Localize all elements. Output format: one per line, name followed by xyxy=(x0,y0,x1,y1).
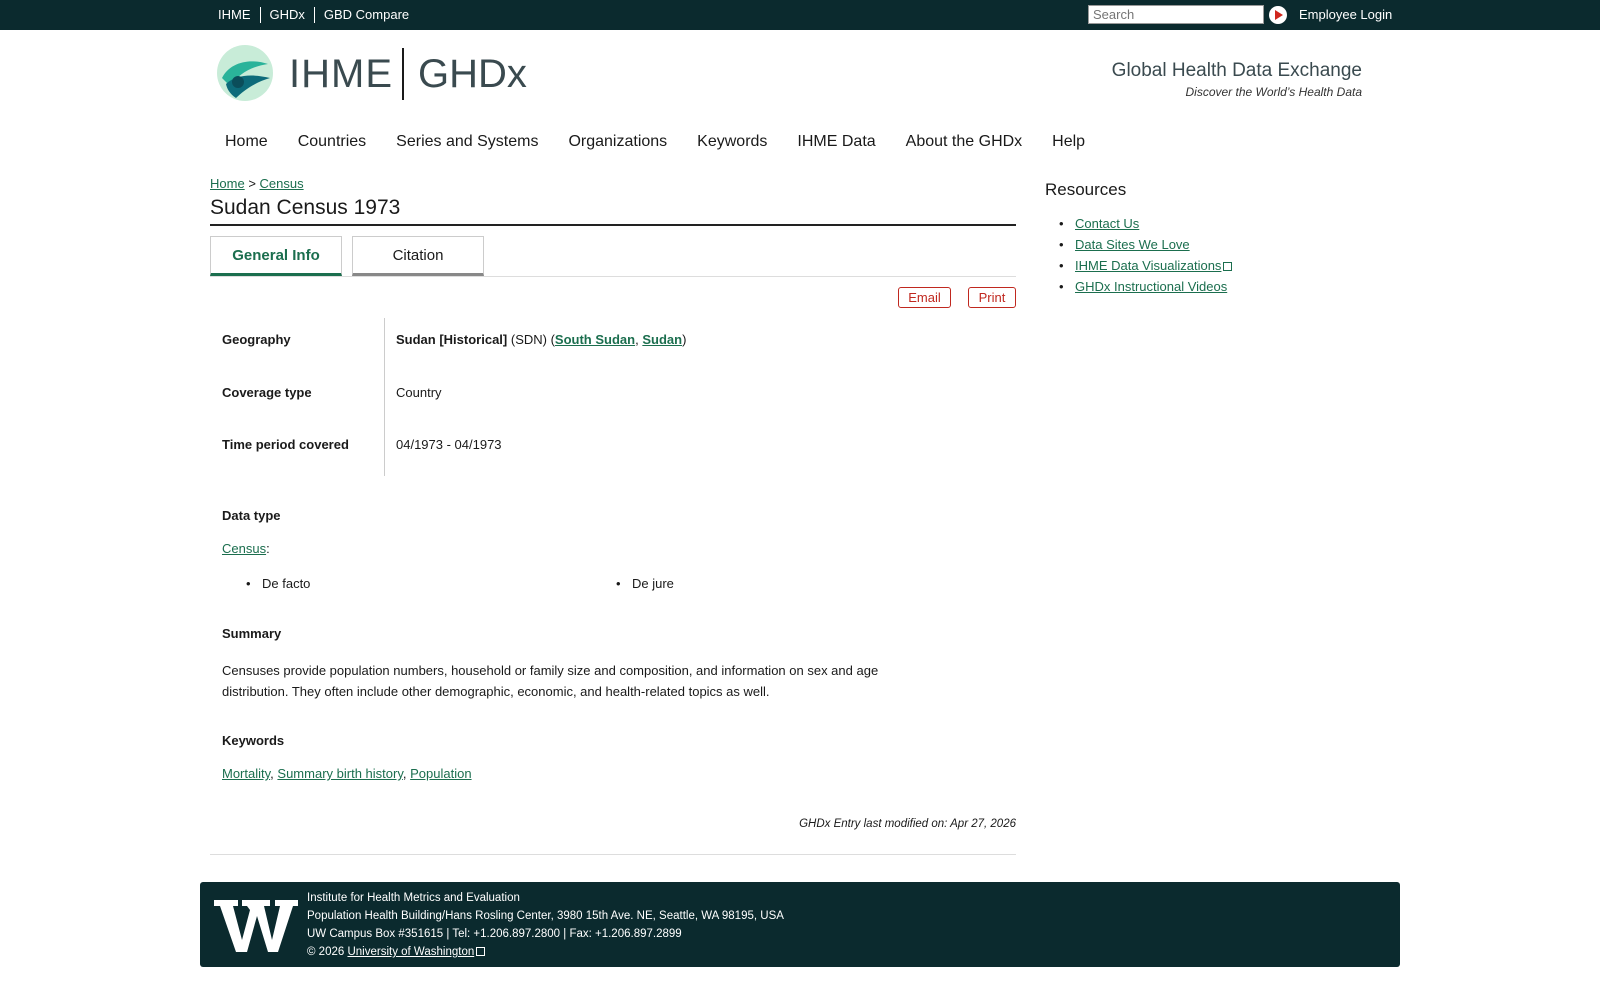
logo-ihme-text[interactable]: IHME xyxy=(289,52,393,97)
email-button[interactable]: Email xyxy=(898,287,951,308)
nav-help[interactable]: Help xyxy=(1052,133,1085,151)
footer-address: Institute for Health Metrics and Evaluat… xyxy=(307,889,784,961)
footer-contact: UW Campus Box #351615 | Tel: +1.206.897.… xyxy=(307,928,682,940)
breadcrumb: Home > Census xyxy=(210,176,304,191)
main-nav: Home Countries Series and Systems Organi… xyxy=(225,133,1115,151)
tabs-divider xyxy=(210,276,1016,277)
geography-code: (SDN) ( xyxy=(510,332,555,347)
time-period-label: Time period covered xyxy=(222,437,349,452)
data-type-line: Census: xyxy=(222,541,270,556)
employee-login-link[interactable]: Employee Login xyxy=(1299,7,1392,22)
geography-value: Sudan [Historical] (SDN) (South Sudan, S… xyxy=(396,332,686,347)
keyword-population[interactable]: Population xyxy=(410,766,471,781)
footer-institute: Institute for Health Metrics and Evaluat… xyxy=(307,892,520,904)
site-tagline: Global Health Data Exchange xyxy=(1111,60,1362,81)
resource-contact-us[interactable]: Contact Us xyxy=(1059,216,1139,231)
geography-name: Sudan [Historical] xyxy=(396,332,508,347)
top-link-ihme[interactable]: IHME xyxy=(218,7,260,23)
nav-countries[interactable]: Countries xyxy=(298,133,366,151)
summary-text: Censuses provide population numbers, hou… xyxy=(222,663,879,699)
resource-instructional-videos[interactable]: GHDx Instructional Videos xyxy=(1059,279,1227,294)
data-type-item-de-jure: De jure xyxy=(616,576,674,591)
last-modified: GHDx Entry last modified on: Apr 27, 202… xyxy=(799,818,1016,830)
top-link-gbd-compare[interactable]: GBD Compare xyxy=(313,7,418,23)
resources-title: Resources xyxy=(1045,180,1127,199)
nav-home[interactable]: Home xyxy=(225,133,268,151)
keyword-summary-birth-history[interactable]: Summary birth history xyxy=(277,766,402,781)
geography-comma: , xyxy=(635,332,639,347)
field-table-divider xyxy=(384,318,385,476)
title-divider xyxy=(210,224,1016,226)
content-bottom-divider xyxy=(210,854,1016,855)
nav-ihme-data[interactable]: IHME Data xyxy=(797,133,875,151)
nav-series-and-systems[interactable]: Series and Systems xyxy=(396,133,538,151)
coverage-type-value: Country xyxy=(396,385,442,400)
nav-about-ghdx[interactable]: About the GHDx xyxy=(906,133,1023,151)
resource-data-sites[interactable]: Data Sites We Love xyxy=(1059,237,1190,252)
time-period-value: 04/1973 - 04/1973 xyxy=(396,437,502,452)
resource-ihme-viz-row: IHME Data Visualizations xyxy=(1059,258,1233,273)
footer-copyright: © 2026 xyxy=(307,946,345,958)
top-links: IHME GHDx GBD Compare xyxy=(218,7,418,23)
keywords-list: Mortality, Summary birth history, Popula… xyxy=(222,766,472,781)
logo-divider xyxy=(402,48,404,100)
nav-organizations[interactable]: Organizations xyxy=(568,133,667,151)
resource-ihme-data-visualizations[interactable]: IHME Data Visualizations xyxy=(1075,258,1221,273)
keyword-mortality[interactable]: Mortality xyxy=(222,766,270,781)
footer: Institute for Health Metrics and Evaluat… xyxy=(200,882,1400,967)
nav-keywords[interactable]: Keywords xyxy=(697,133,767,151)
top-bar: IHME GHDx GBD Compare Employee Login xyxy=(0,0,1600,30)
geography-link-south-sudan[interactable]: South Sudan xyxy=(555,332,635,347)
keyword-separator: , xyxy=(402,766,407,781)
page-title: Sudan Census 1973 xyxy=(210,196,401,219)
breadcrumb-census[interactable]: Census xyxy=(260,176,304,191)
logo-ghdx-text[interactable]: GHDx xyxy=(418,52,527,97)
search-submit-icon[interactable] xyxy=(1269,6,1287,24)
footer-uw-link[interactable]: University of Washington xyxy=(347,946,474,958)
coverage-type-label: Coverage type xyxy=(222,385,312,400)
breadcrumb-home[interactable]: Home xyxy=(210,176,245,191)
top-link-ghdx[interactable]: GHDx xyxy=(259,7,314,23)
keyword-separator: , xyxy=(270,766,274,781)
external-link-icon xyxy=(476,947,486,956)
search-input[interactable] xyxy=(1088,5,1264,24)
breadcrumb-separator: > xyxy=(248,176,256,191)
geography-link-sudan[interactable]: Sudan xyxy=(642,332,682,347)
data-type-colon: : xyxy=(266,541,270,556)
data-type-heading: Data type xyxy=(222,508,281,523)
summary-heading: Summary xyxy=(222,626,282,641)
site-subtagline: Discover the World’s Health Data xyxy=(1185,85,1362,99)
external-link-icon xyxy=(1223,262,1233,271)
tab-citation[interactable]: Citation xyxy=(352,236,484,276)
data-type-census-link[interactable]: Census xyxy=(222,541,266,556)
footer-copyright-row: © 2026 University of Washington xyxy=(307,943,784,961)
print-button[interactable]: Print xyxy=(968,287,1016,308)
uw-logo-icon[interactable] xyxy=(214,896,298,954)
tab-general-info[interactable]: General Info xyxy=(210,236,342,276)
data-type-item-de-facto: De facto xyxy=(246,576,311,591)
footer-building: Population Health Building/Hans Rosling … xyxy=(307,910,784,922)
ihme-logo-icon[interactable] xyxy=(216,44,274,102)
geography-close: ) xyxy=(682,332,687,347)
geography-label: Geography xyxy=(222,332,291,347)
keywords-heading: Keywords xyxy=(222,733,285,748)
